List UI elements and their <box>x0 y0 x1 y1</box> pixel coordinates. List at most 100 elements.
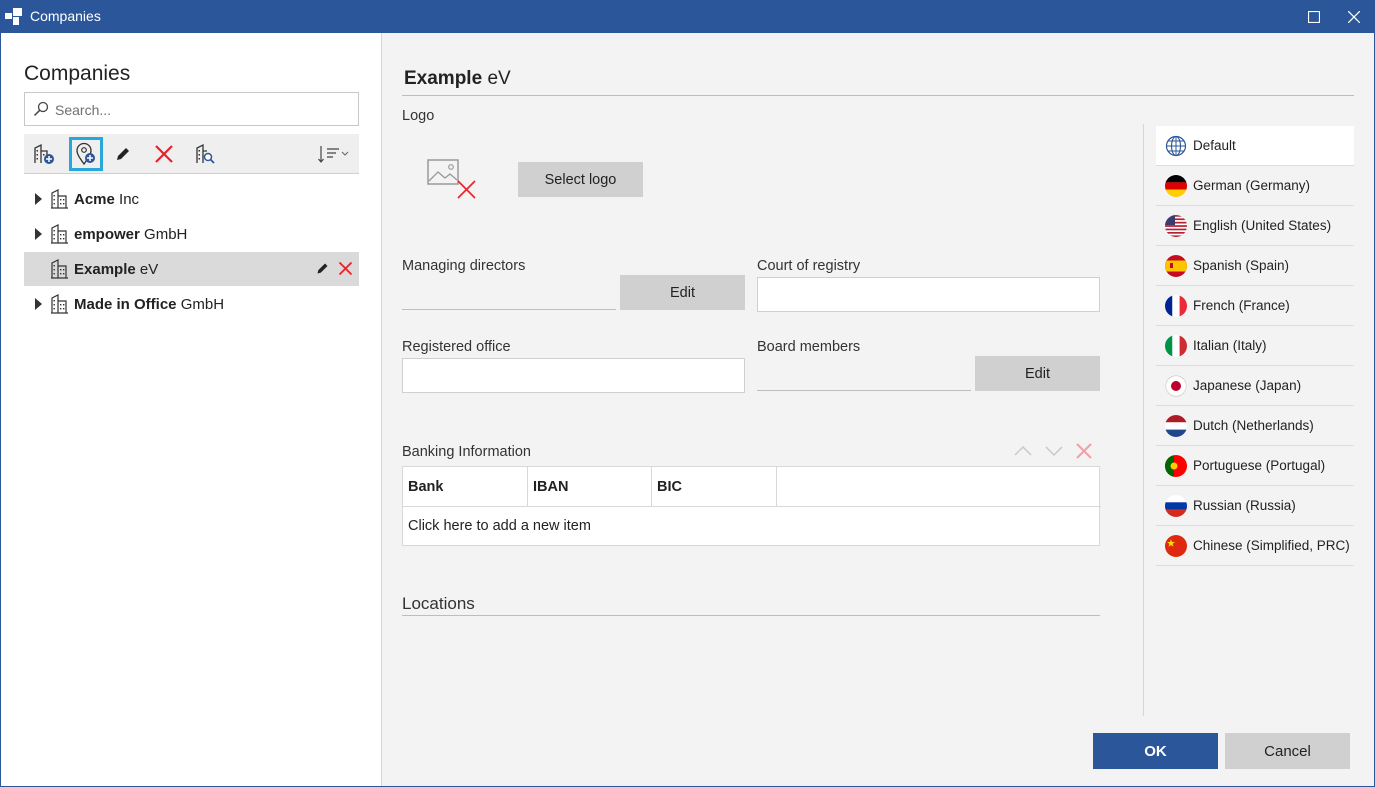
language-label: Chinese (Simplified, PRC) <box>1193 538 1350 553</box>
portuguese-flag-icon <box>1165 454 1187 477</box>
maximize-icon <box>1308 10 1320 23</box>
delete-x-icon[interactable] <box>338 261 353 276</box>
edit-company-button[interactable] <box>106 137 140 171</box>
japanese-flag-icon <box>1165 374 1187 397</box>
company-name: empower GmbH <box>74 225 188 243</box>
locations-divider <box>402 615 1100 616</box>
move-down-icon[interactable] <box>1044 443 1064 459</box>
sort-button[interactable] <box>313 137 355 171</box>
language-label: Dutch (Netherlands) <box>1193 418 1314 433</box>
registered-office-label: Registered office <box>402 339 511 355</box>
language-label: French (France) <box>1193 298 1290 313</box>
dutch-flag-icon <box>1165 414 1187 437</box>
logo-label: Logo <box>402 108 435 124</box>
language-item-default[interactable]: Default <box>1156 126 1354 166</box>
search-input[interactable] <box>55 100 345 120</box>
company-item-acme[interactable]: Acme Inc <box>24 182 359 216</box>
board-members-label: Board members <box>757 339 861 355</box>
search-company-icon <box>196 143 215 164</box>
french-flag-icon <box>1165 294 1187 317</box>
table-header: Bank IBAN BIC <box>403 467 1101 507</box>
building-icon <box>51 224 68 244</box>
expand-arrow-icon[interactable] <box>31 228 45 240</box>
delete-x-icon[interactable] <box>1075 442 1093 460</box>
edit-pencil-icon <box>117 148 129 160</box>
select-logo-button[interactable]: Select logo <box>518 162 643 197</box>
company-name: Acme Inc <box>74 190 140 208</box>
title-bar: Companies <box>0 0 1375 33</box>
app-icon <box>5 8 22 25</box>
expand-arrow-icon[interactable] <box>31 298 45 310</box>
add-location-button[interactable] <box>69 137 103 171</box>
russian-flag-icon <box>1165 494 1187 517</box>
maximize-button[interactable] <box>1297 0 1331 33</box>
language-item-italian[interactable]: Italian (Italy) <box>1156 326 1354 366</box>
search-icon <box>33 101 49 117</box>
language-item-spanish[interactable]: Spanish (Spain) <box>1156 246 1354 286</box>
edit-managing-directors-button[interactable]: Edit <box>620 275 745 310</box>
sidebar-title: Companies <box>24 62 131 85</box>
company-details: Example eV Logo Select logo Managing dir… <box>383 33 1374 786</box>
spanish-flag-icon <box>1165 254 1187 277</box>
language-item-german[interactable]: German (Germany) <box>1156 166 1354 206</box>
companies-sidebar: Companies Search... Acme Inc empower Gmb… <box>1 33 382 786</box>
heading-divider <box>402 95 1354 96</box>
delete-x-icon <box>155 145 173 163</box>
move-up-icon[interactable] <box>1013 443 1033 459</box>
globe-icon <box>1165 135 1187 156</box>
language-label: Russian (Russia) <box>1193 498 1296 513</box>
language-label: German (Germany) <box>1193 178 1311 193</box>
company-item-made-in-office[interactable]: Made in Office GmbH <box>24 287 359 321</box>
column-header-iban[interactable]: IBAN <box>528 467 652 507</box>
add-new-item-row[interactable]: Click here to add a new item <box>408 518 591 534</box>
row-actions <box>315 261 353 276</box>
chinese-flag-icon <box>1165 534 1187 557</box>
building-icon <box>51 294 68 314</box>
language-label: Japanese (Japan) <box>1193 378 1302 393</box>
german-flag-icon <box>1165 174 1187 197</box>
language-item-chinese[interactable]: Chinese (Simplified, PRC) <box>1156 526 1354 566</box>
language-item-dutch[interactable]: Dutch (Netherlands) <box>1156 406 1354 446</box>
building-icon <box>51 259 68 279</box>
add-company-button[interactable] <box>27 137 61 171</box>
add-location-icon <box>76 142 95 166</box>
us-flag-icon <box>1165 214 1187 237</box>
edit-pencil-icon[interactable] <box>315 261 330 276</box>
managing-directors-field[interactable] <box>402 276 616 310</box>
ok-button[interactable]: OK <box>1093 733 1218 769</box>
company-toolbar <box>24 134 359 174</box>
sort-icon <box>318 146 349 163</box>
language-label: Portuguese (Portugal) <box>1193 458 1326 473</box>
add-company-icon <box>34 143 54 164</box>
language-item-french[interactable]: French (France) <box>1156 286 1354 326</box>
close-icon <box>1348 10 1360 23</box>
language-item-japanese[interactable]: Japanese (Japan) <box>1156 366 1354 406</box>
language-item-russian[interactable]: Russian (Russia) <box>1156 486 1354 526</box>
court-of-registry-field[interactable] <box>757 277 1100 312</box>
language-item-english[interactable]: English (United States) <box>1156 206 1354 246</box>
search-box[interactable] <box>24 92 359 126</box>
search-company-button[interactable] <box>188 137 222 171</box>
window-title: Companies <box>30 8 101 24</box>
language-list: Default German (Germany) English (United… <box>1143 124 1354 716</box>
language-label: Italian (Italy) <box>1193 338 1267 353</box>
court-of-registry-label: Court of registry <box>757 258 861 274</box>
company-name: Example eV <box>74 260 159 278</box>
italian-flag-icon <box>1165 334 1187 357</box>
delete-company-button[interactable] <box>147 137 181 171</box>
board-members-field[interactable] <box>757 357 971 391</box>
column-header-bic[interactable]: BIC <box>652 467 777 507</box>
registered-office-field[interactable] <box>402 358 745 393</box>
locations-label: Locations <box>402 594 475 613</box>
building-icon <box>51 189 68 209</box>
column-header-bank[interactable]: Bank <box>403 467 528 507</box>
language-item-portuguese[interactable]: Portuguese (Portugal) <box>1156 446 1354 486</box>
company-item-empower[interactable]: empower GmbH <box>24 217 359 251</box>
edit-board-members-button[interactable]: Edit <box>975 356 1100 391</box>
company-name: Made in Office GmbH <box>74 295 225 313</box>
banking-table: Bank IBAN BIC Click here to add a new it… <box>402 466 1101 546</box>
close-window-button[interactable] <box>1337 0 1371 33</box>
cancel-button[interactable]: Cancel <box>1225 733 1350 769</box>
company-item-example[interactable]: Example eV <box>24 252 359 286</box>
expand-arrow-icon[interactable] <box>31 193 45 205</box>
